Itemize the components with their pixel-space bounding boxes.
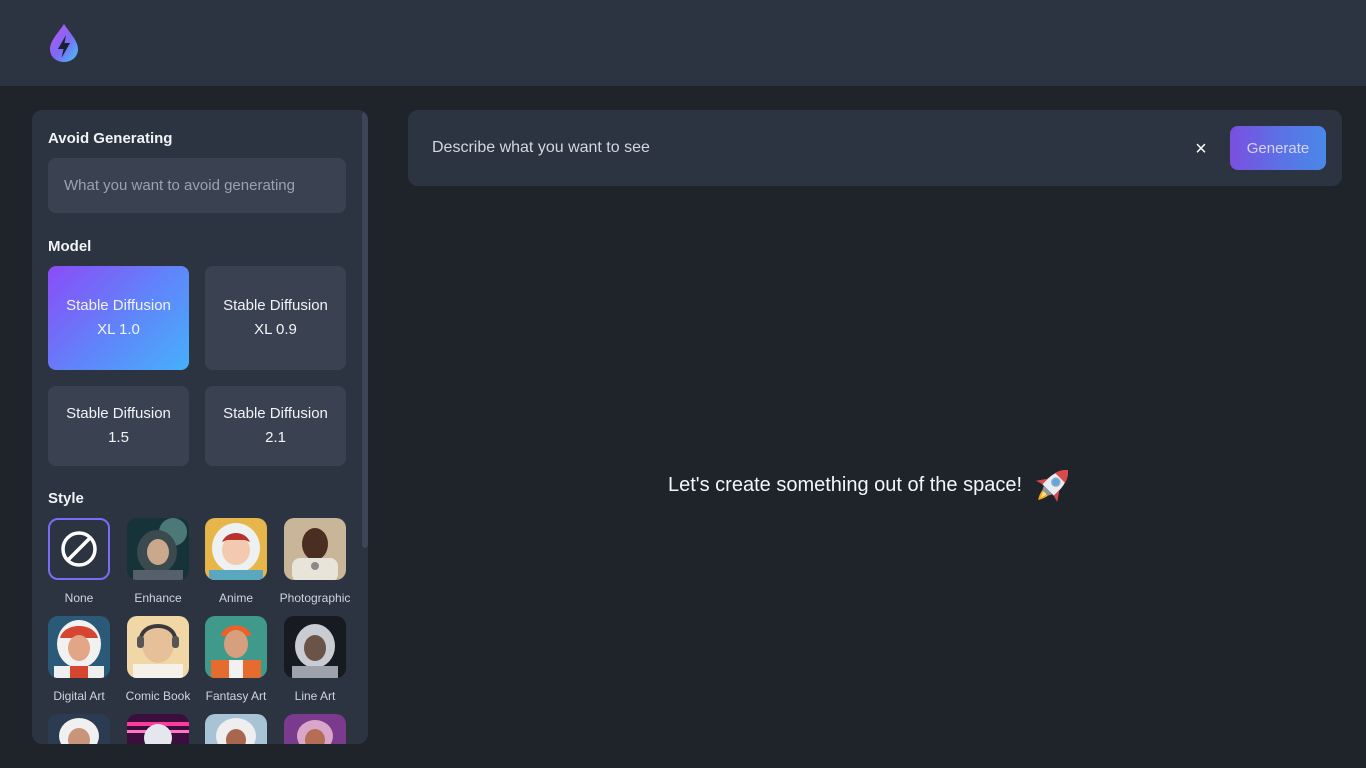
prompt-bar: × Generate xyxy=(408,110,1342,186)
style-label: Fantasy Art xyxy=(205,689,267,703)
astronaut-photographic-thumbnail xyxy=(284,518,346,580)
model-option-sd-2-1[interactable]: Stable Diffusion 2.1 xyxy=(205,386,346,466)
astronaut-fantasy-art-thumbnail xyxy=(205,616,267,678)
style-label: Line Art xyxy=(294,689,336,703)
model-option-label: Stable Diffusion 2.1 xyxy=(223,405,328,446)
top-bar xyxy=(0,0,1366,86)
model-option-label: Stable Diffusion XL 0.9 xyxy=(223,297,328,338)
style-option-9[interactable] xyxy=(39,714,119,744)
settings-sidebar: Avoid Generating Model Stable Diffusion … xyxy=(32,110,368,744)
astronaut-thumbnail xyxy=(284,714,346,744)
style-option-fantasy-art[interactable]: Fantasy Art xyxy=(196,616,276,703)
style-option-comic-book[interactable]: Comic Book xyxy=(118,616,198,703)
style-option-photographic[interactable]: Photographic xyxy=(275,518,355,605)
model-option-sdxl-0-9[interactable]: Stable Diffusion XL 0.9 xyxy=(205,266,346,370)
prompt-input[interactable] xyxy=(432,132,1172,164)
lightning-drop-logo-icon[interactable] xyxy=(48,23,80,63)
empty-state-message: Let's create something out of the space! xyxy=(668,473,1023,496)
model-option-label: Stable Diffusion XL 1.0 xyxy=(66,297,171,338)
style-label: None xyxy=(64,591,94,605)
style-option-anime[interactable]: Anime xyxy=(196,518,276,605)
avoid-generating-input[interactable] xyxy=(48,158,346,213)
clear-prompt-button[interactable]: × xyxy=(1190,138,1212,160)
empty-state: Let's create something out of the space! xyxy=(668,462,1076,508)
astronaut-line-art-thumbnail xyxy=(284,616,346,678)
astronaut-neon-thumbnail xyxy=(127,714,189,744)
style-label: Enhance xyxy=(134,591,182,605)
model-option-sd-1-5[interactable]: Stable Diffusion 1.5 xyxy=(48,386,189,466)
model-title: Model xyxy=(48,238,92,255)
style-label: Digital Art xyxy=(53,689,105,703)
astronaut-digital-art-thumbnail xyxy=(48,616,110,678)
astronaut-thumbnail xyxy=(205,714,267,744)
style-title: Style xyxy=(48,490,84,507)
style-option-digital-art[interactable]: Digital Art xyxy=(39,616,119,703)
style-option-12[interactable] xyxy=(275,714,355,744)
astronaut-anime-thumbnail xyxy=(205,518,267,580)
style-option-10[interactable] xyxy=(118,714,198,744)
avoid-generating-title: Avoid Generating xyxy=(48,130,173,147)
style-option-enhance[interactable]: Enhance xyxy=(118,518,198,605)
style-label: Anime xyxy=(218,591,253,605)
style-label: Photographic xyxy=(279,591,351,605)
style-label: Comic Book xyxy=(125,689,191,703)
rocket-icon xyxy=(1030,462,1076,508)
sidebar-scrollbar[interactable] xyxy=(362,112,368,548)
ban-icon xyxy=(48,518,110,580)
model-option-sdxl-1-0[interactable]: Stable Diffusion XL 1.0 xyxy=(48,266,189,370)
generate-button[interactable]: Generate xyxy=(1230,126,1326,170)
astronaut-thumbnail xyxy=(48,714,110,744)
astronaut-enhance-thumbnail xyxy=(127,518,189,580)
astronaut-comic-book-thumbnail xyxy=(127,616,189,678)
model-option-label: Stable Diffusion 1.5 xyxy=(66,405,171,446)
style-option-line-art[interactable]: Line Art xyxy=(275,616,355,703)
style-option-none[interactable]: None xyxy=(39,518,119,605)
style-option-11[interactable] xyxy=(196,714,276,744)
